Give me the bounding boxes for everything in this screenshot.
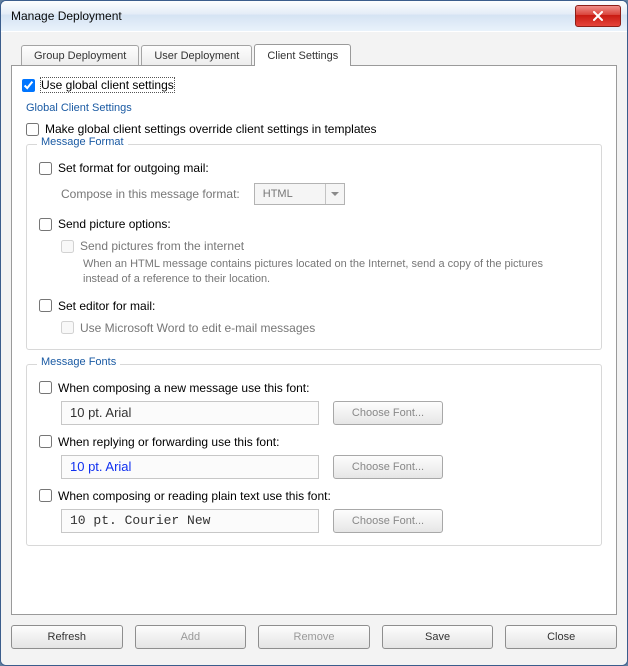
section-title: Global Client Settings [26, 102, 602, 114]
font-compose-display: 10 pt. Arial [61, 401, 319, 425]
compose-format-combo[interactable]: HTML [254, 183, 345, 205]
use-word-row: Use Microsoft Word to edit e-mail messag… [61, 321, 589, 335]
use-global-checkbox-row[interactable]: Use global client settings [22, 78, 606, 92]
title-bar: Manage Deployment [1, 1, 627, 32]
dialog-window: Manage Deployment Group Deployment User … [0, 0, 628, 666]
add-button[interactable]: Add [135, 625, 247, 649]
compose-format-value: HTML [255, 188, 325, 200]
message-format-legend: Message Format [37, 136, 128, 148]
font-plain-checkbox[interactable] [39, 489, 52, 502]
font-plain-row[interactable]: When composing or reading plain text use… [39, 489, 589, 503]
tab-group-deployment[interactable]: Group Deployment [21, 45, 139, 66]
tab-panel: Use global client settings Global Client… [11, 65, 617, 615]
set-editor-label: Set editor for mail: [58, 299, 155, 313]
set-editor-row[interactable]: Set editor for mail: [39, 299, 589, 313]
group-message-format: Message Format Set format for outgoing m… [26, 144, 602, 350]
set-format-checkbox[interactable] [39, 162, 52, 175]
use-global-label: Use global client settings [41, 78, 174, 92]
window-title: Manage Deployment [11, 9, 575, 23]
override-checkbox-row[interactable]: Make global client settings override cli… [26, 122, 606, 136]
font-plain-label: When composing or reading plain text use… [58, 489, 331, 503]
tab-strip: Group Deployment User Deployment Client … [11, 42, 617, 65]
font-plain-display: 10 pt. Courier New [61, 509, 319, 533]
font-plain-value-row: 10 pt. Courier New Choose Font... [61, 509, 589, 533]
message-fonts-legend: Message Fonts [37, 356, 120, 368]
choose-font-plain-button[interactable]: Choose Font... [333, 509, 443, 533]
override-label: Make global client settings override cli… [45, 122, 377, 136]
chevron-down-icon [325, 184, 344, 204]
font-compose-value-row: 10 pt. Arial Choose Font... [61, 401, 589, 425]
use-word-label: Use Microsoft Word to edit e-mail messag… [80, 321, 315, 335]
override-checkbox[interactable] [26, 123, 39, 136]
close-button[interactable]: Close [505, 625, 617, 649]
save-button[interactable]: Save [382, 625, 494, 649]
use-global-checkbox[interactable] [22, 79, 35, 92]
set-format-row[interactable]: Set format for outgoing mail: [39, 161, 589, 175]
group-message-fonts: Message Fonts When composing a new messa… [26, 364, 602, 546]
choose-font-reply-button[interactable]: Choose Font... [333, 455, 443, 479]
footer-buttons: Refresh Add Remove Save Close [11, 625, 617, 649]
close-icon [593, 11, 603, 21]
tab-client-settings[interactable]: Client Settings [254, 44, 351, 66]
font-reply-checkbox[interactable] [39, 435, 52, 448]
set-format-label: Set format for outgoing mail: [58, 161, 209, 175]
close-window-button[interactable] [575, 5, 621, 27]
choose-font-compose-button[interactable]: Choose Font... [333, 401, 443, 425]
refresh-button[interactable]: Refresh [11, 625, 123, 649]
send-picture-row[interactable]: Send picture options: [39, 217, 589, 231]
font-compose-label: When composing a new message use this fo… [58, 381, 309, 395]
client-area: Group Deployment User Deployment Client … [1, 31, 627, 665]
send-picture-label: Send picture options: [58, 217, 171, 231]
compose-format-label: Compose in this message format: [61, 187, 240, 201]
font-reply-row[interactable]: When replying or forwarding use this fon… [39, 435, 589, 449]
compose-format-row: Compose in this message format: HTML [61, 183, 589, 205]
send-picture-desc: When an HTML message contains pictures l… [83, 257, 553, 287]
font-reply-display: 10 pt. Arial [61, 455, 319, 479]
remove-button[interactable]: Remove [258, 625, 370, 649]
font-reply-value-row: 10 pt. Arial Choose Font... [61, 455, 589, 479]
font-compose-checkbox[interactable] [39, 381, 52, 394]
set-editor-checkbox[interactable] [39, 299, 52, 312]
send-picture-sub-checkbox [61, 240, 74, 253]
font-compose-row[interactable]: When composing a new message use this fo… [39, 381, 589, 395]
use-word-checkbox [61, 321, 74, 334]
send-picture-sub-label: Send pictures from the internet [80, 239, 244, 253]
tab-user-deployment[interactable]: User Deployment [141, 45, 252, 66]
font-reply-label: When replying or forwarding use this fon… [58, 435, 279, 449]
send-picture-checkbox[interactable] [39, 218, 52, 231]
send-picture-sub-row: Send pictures from the internet [61, 239, 589, 253]
